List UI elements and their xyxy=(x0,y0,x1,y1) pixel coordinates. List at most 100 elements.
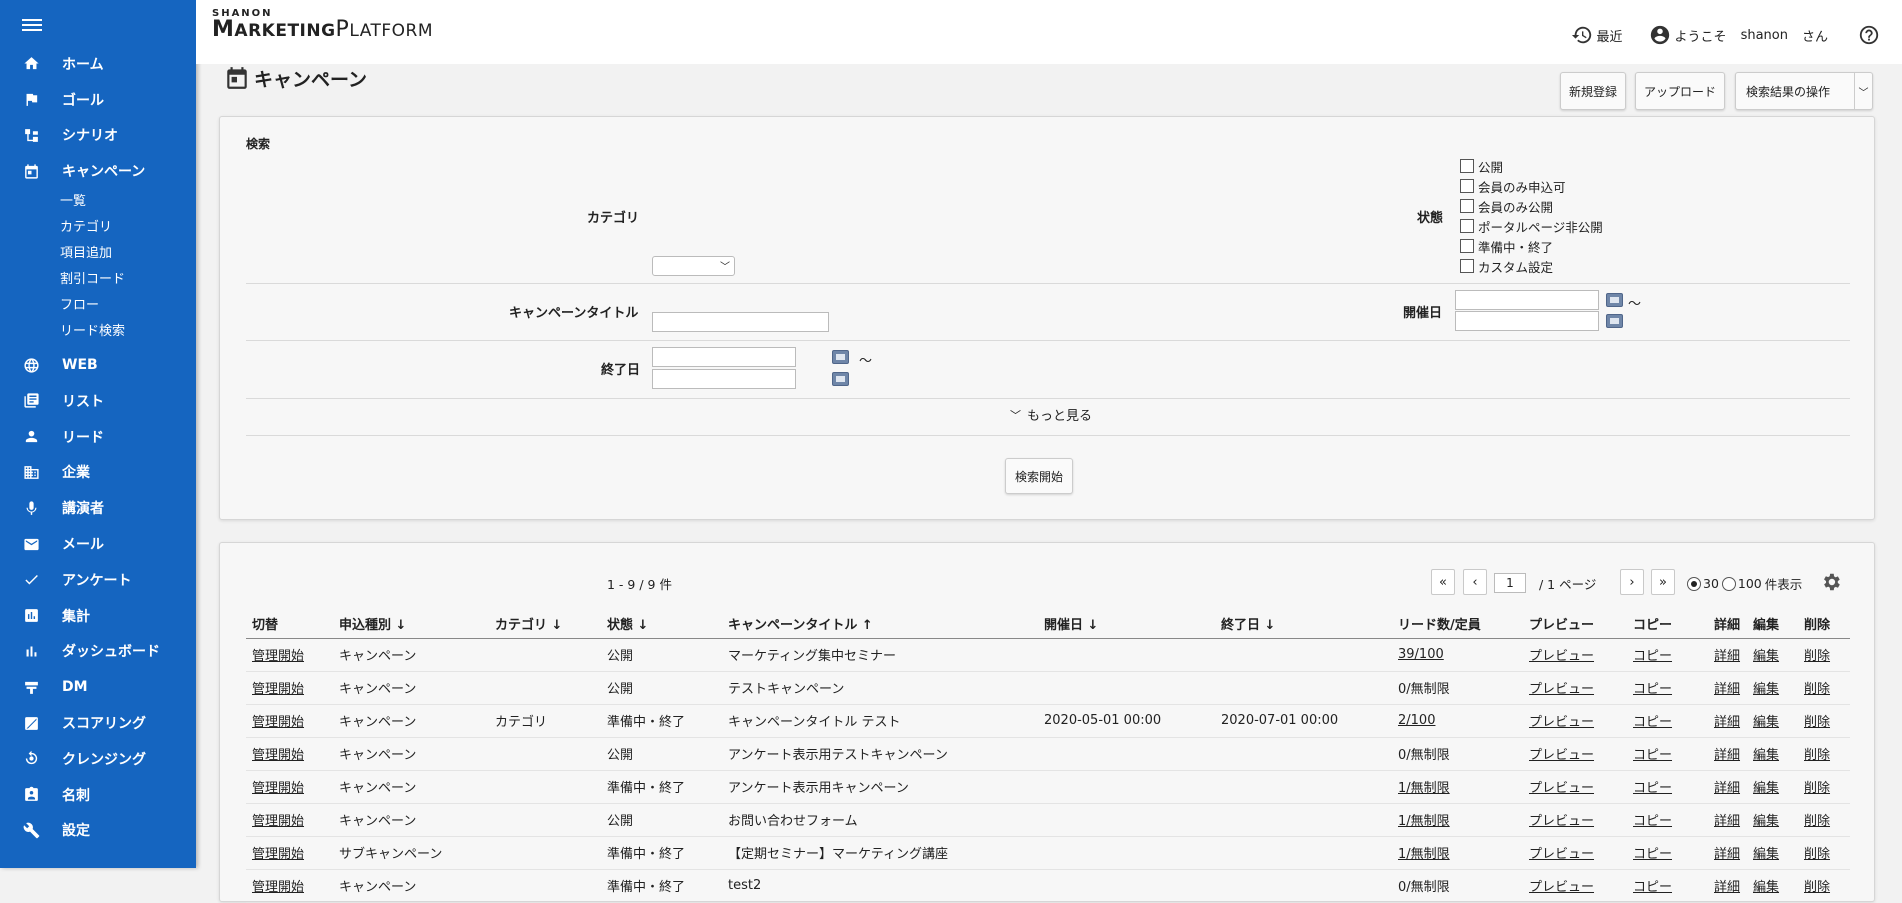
manage-start-link[interactable]: 管理開始 xyxy=(252,880,304,895)
sidebar-item-aggregate[interactable]: 集計 xyxy=(0,598,196,634)
delete-cell[interactable]: 削除 xyxy=(1798,737,1850,771)
manage-start-link[interactable]: 管理開始 xyxy=(252,715,304,730)
detail-link[interactable]: 詳細 xyxy=(1714,748,1740,763)
hamburger-menu-icon[interactable] xyxy=(22,16,42,32)
edit-link[interactable]: 編集 xyxy=(1753,847,1779,862)
preview-cell[interactable]: プレビュー xyxy=(1523,770,1627,804)
category-select[interactable]: ﹀ xyxy=(652,256,735,276)
prev-page-button[interactable]: ‹ xyxy=(1463,569,1487,595)
checkbox[interactable] xyxy=(1460,259,1474,273)
delete-cell[interactable]: 削除 xyxy=(1798,671,1850,705)
sidebar-item-business-card[interactable]: 名刺 xyxy=(0,777,196,813)
delete-link[interactable]: 削除 xyxy=(1804,682,1830,697)
delete-cell[interactable]: 削除 xyxy=(1798,704,1850,738)
preview-link[interactable]: プレビュー xyxy=(1529,880,1594,895)
copy-link[interactable]: コピー xyxy=(1633,715,1672,730)
lead-count-cell[interactable]: 39/100 xyxy=(1392,638,1523,672)
edit-link[interactable]: 編集 xyxy=(1753,781,1779,796)
calendar-picker-icon[interactable] xyxy=(1606,314,1623,328)
start-date-to-input[interactable] xyxy=(1455,311,1599,331)
copy-link[interactable]: コピー xyxy=(1633,814,1672,829)
sidebar-item-lead[interactable]: リード xyxy=(0,419,196,455)
sidebar-item-scoring[interactable]: スコアリング xyxy=(0,705,196,741)
status-option-public[interactable]: 公開 xyxy=(1460,156,1503,176)
edit-cell[interactable]: 編集 xyxy=(1747,770,1798,804)
edit-link[interactable]: 編集 xyxy=(1753,682,1779,697)
column-header-sortable[interactable]: キャンペーンタイトル ↑ xyxy=(722,610,1038,639)
detail-link[interactable]: 詳細 xyxy=(1714,682,1740,697)
preview-link[interactable]: プレビュー xyxy=(1529,682,1594,697)
detail-cell[interactable]: 詳細 xyxy=(1708,803,1747,837)
start-date-from-input[interactable] xyxy=(1455,290,1599,310)
delete-link[interactable]: 削除 xyxy=(1804,781,1830,796)
copy-link[interactable]: コピー xyxy=(1633,682,1672,697)
column-header-sortable[interactable]: 開催日 ↓ xyxy=(1038,610,1215,639)
preview-cell[interactable]: プレビュー xyxy=(1523,638,1627,672)
copy-link[interactable]: コピー xyxy=(1633,748,1672,763)
status-option-members-apply[interactable]: 会員のみ申込可 xyxy=(1460,176,1566,196)
end-date-to-input[interactable] xyxy=(652,369,796,389)
lead-count-link[interactable]: 2/100 xyxy=(1398,713,1435,728)
lead-count-link[interactable]: 1/無制限 xyxy=(1398,814,1450,829)
edit-cell[interactable]: 編集 xyxy=(1747,737,1798,771)
manage-start-link[interactable]: 管理開始 xyxy=(252,847,304,862)
manage-start-link[interactable]: 管理開始 xyxy=(252,649,304,664)
sidebar-item-dm[interactable]: DM xyxy=(0,669,196,705)
campaign-title-input[interactable] xyxy=(652,312,829,332)
detail-link[interactable]: 詳細 xyxy=(1714,781,1740,796)
delete-link[interactable]: 削除 xyxy=(1804,715,1830,730)
manage-start-link[interactable]: 管理開始 xyxy=(252,814,304,829)
edit-link[interactable]: 編集 xyxy=(1753,748,1779,763)
manage-start-cell[interactable]: 管理開始 xyxy=(246,770,333,804)
sidebar-subitem-list[interactable]: 一覧 xyxy=(0,189,196,215)
status-option-custom[interactable]: カスタム設定 xyxy=(1460,256,1553,276)
lead-count-cell[interactable]: 1/無制限 xyxy=(1392,770,1523,804)
preview-link[interactable]: プレビュー xyxy=(1529,847,1594,862)
detail-link[interactable]: 詳細 xyxy=(1714,814,1740,829)
copy-cell[interactable]: コピー xyxy=(1627,638,1708,672)
status-option-members-public[interactable]: 会員のみ公開 xyxy=(1460,196,1553,216)
brand-logo[interactable]: SHANON MARKETINGPLATFORM xyxy=(212,8,433,42)
user-menu[interactable]: ようこそ shanon さん xyxy=(1649,24,1828,46)
lead-count-link[interactable]: 1/無制限 xyxy=(1398,847,1450,862)
per-page-100-radio[interactable] xyxy=(1721,576,1736,591)
checkbox[interactable] xyxy=(1460,219,1474,233)
manage-start-cell[interactable]: 管理開始 xyxy=(246,737,333,771)
manage-start-cell[interactable]: 管理開始 xyxy=(246,704,333,738)
detail-cell[interactable]: 詳細 xyxy=(1708,671,1747,705)
column-header-sortable[interactable]: カテゴリ ↓ xyxy=(489,610,601,639)
preview-cell[interactable]: プレビュー xyxy=(1523,737,1627,771)
search-results-ops-dropdown[interactable]: 検索結果の操作 ﹀ xyxy=(1735,72,1873,110)
manage-start-cell[interactable]: 管理開始 xyxy=(246,803,333,837)
sidebar-item-settings[interactable]: 設定 xyxy=(0,813,196,849)
detail-link[interactable]: 詳細 xyxy=(1714,649,1740,664)
sidebar-subitem-discount-code[interactable]: 割引コード xyxy=(0,267,196,293)
manage-start-cell[interactable]: 管理開始 xyxy=(246,638,333,672)
delete-cell[interactable]: 削除 xyxy=(1798,836,1850,870)
status-option-portal-hidden[interactable]: ポータルページ非公開 xyxy=(1460,216,1603,236)
help-button[interactable] xyxy=(1858,24,1884,46)
preview-link[interactable]: プレビュー xyxy=(1529,748,1594,763)
manage-start-cell[interactable]: 管理開始 xyxy=(246,671,333,705)
preview-cell[interactable]: プレビュー xyxy=(1523,803,1627,837)
preview-cell[interactable]: プレビュー xyxy=(1523,704,1627,738)
sidebar-item-campaign[interactable]: キャンペーン xyxy=(0,153,196,189)
column-header-sortable[interactable]: 終了日 ↓ xyxy=(1215,610,1392,639)
delete-cell[interactable]: 削除 xyxy=(1798,770,1850,804)
manage-start-cell[interactable]: 管理開始 xyxy=(246,836,333,870)
sidebar-subitem-category[interactable]: カテゴリ xyxy=(0,215,196,241)
sidebar-item-home[interactable]: ホーム xyxy=(0,46,196,82)
new-register-button[interactable]: 新規登録 xyxy=(1560,72,1626,110)
preview-link[interactable]: プレビュー xyxy=(1529,649,1594,664)
page-number-input[interactable]: 1 xyxy=(1494,573,1526,593)
preview-link[interactable]: プレビュー xyxy=(1529,781,1594,796)
checkbox[interactable] xyxy=(1460,159,1474,173)
sidebar-item-company[interactable]: 企業 xyxy=(0,455,196,491)
copy-cell[interactable]: コピー xyxy=(1627,770,1708,804)
sidebar-item-web[interactable]: WEB xyxy=(0,347,196,383)
first-page-button[interactable]: « xyxy=(1431,569,1455,595)
search-start-button[interactable]: 検索開始 xyxy=(1005,458,1073,494)
calendar-picker-icon[interactable] xyxy=(1606,293,1623,307)
sidebar-item-list[interactable]: リスト xyxy=(0,383,196,419)
edit-cell[interactable]: 編集 xyxy=(1747,836,1798,870)
